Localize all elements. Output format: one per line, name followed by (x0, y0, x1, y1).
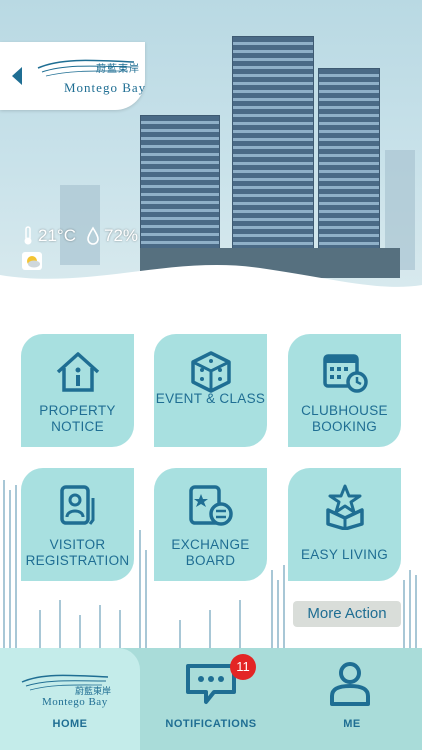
home-logo-en: Montego Bay (42, 696, 108, 708)
nav-me[interactable]: ME (282, 648, 422, 750)
tile-event-class[interactable]: EVENT & CLASS (154, 334, 267, 447)
nav-home-label: HOME (52, 718, 88, 730)
thermometer-icon (24, 226, 32, 245)
back-arrow-icon[interactable] (12, 67, 22, 85)
nav-me-label: ME (343, 718, 361, 730)
tile-exchange-board[interactable]: EXCHANGE BOARD (154, 468, 267, 581)
tile-easy-living[interactable]: EASY LIVING (288, 468, 401, 581)
weather-widget: 21°C 72% (22, 226, 138, 246)
tile-label: PROPERTY NOTICE (39, 403, 116, 434)
user-icon (330, 662, 370, 706)
tile-label: CLUBHOUSE BOOKING (301, 403, 388, 434)
humidity-value: 72% (103, 226, 139, 245)
exchange-icon (154, 484, 267, 528)
tile-clubhouse-booking[interactable]: CLUBHOUSE BOOKING (288, 334, 401, 447)
weather-sun-icon (22, 252, 42, 270)
tile-property-notice[interactable]: PROPERTY NOTICE (21, 334, 134, 447)
nav-notifications[interactable]: NOTIFICATIONS (140, 648, 282, 750)
visitor-badge-icon (21, 484, 134, 528)
notification-badge: 11 (230, 654, 256, 680)
tile-label: VISITOR REGISTRATION (25, 537, 130, 568)
humidity-drop-icon (87, 226, 99, 245)
temperature-value: 21°C (38, 226, 76, 245)
logo-english-text: Montego Bay (64, 80, 147, 95)
nav-notifications-label: NOTIFICATIONS (165, 718, 257, 730)
calendar-clock-icon (288, 350, 401, 394)
star-box-icon (288, 484, 401, 530)
cube-icon (154, 350, 267, 394)
nav-home[interactable]: 蔚藍東岸 Montego Bay HOME (0, 648, 140, 750)
more-action-button[interactable]: More Action (293, 601, 401, 627)
house-info-icon (21, 350, 134, 394)
logo-chinese-text: 蔚藍東岸 (96, 64, 140, 75)
tile-label: EASY LIVING (300, 547, 389, 562)
tile-visitor-registration[interactable]: VISITOR REGISTRATION (21, 468, 134, 581)
tile-label: EXCHANGE BOARD (171, 537, 250, 568)
bottom-nav: 蔚藍東岸 Montego Bay HOME NOTIFICATIONS ME (0, 648, 422, 750)
